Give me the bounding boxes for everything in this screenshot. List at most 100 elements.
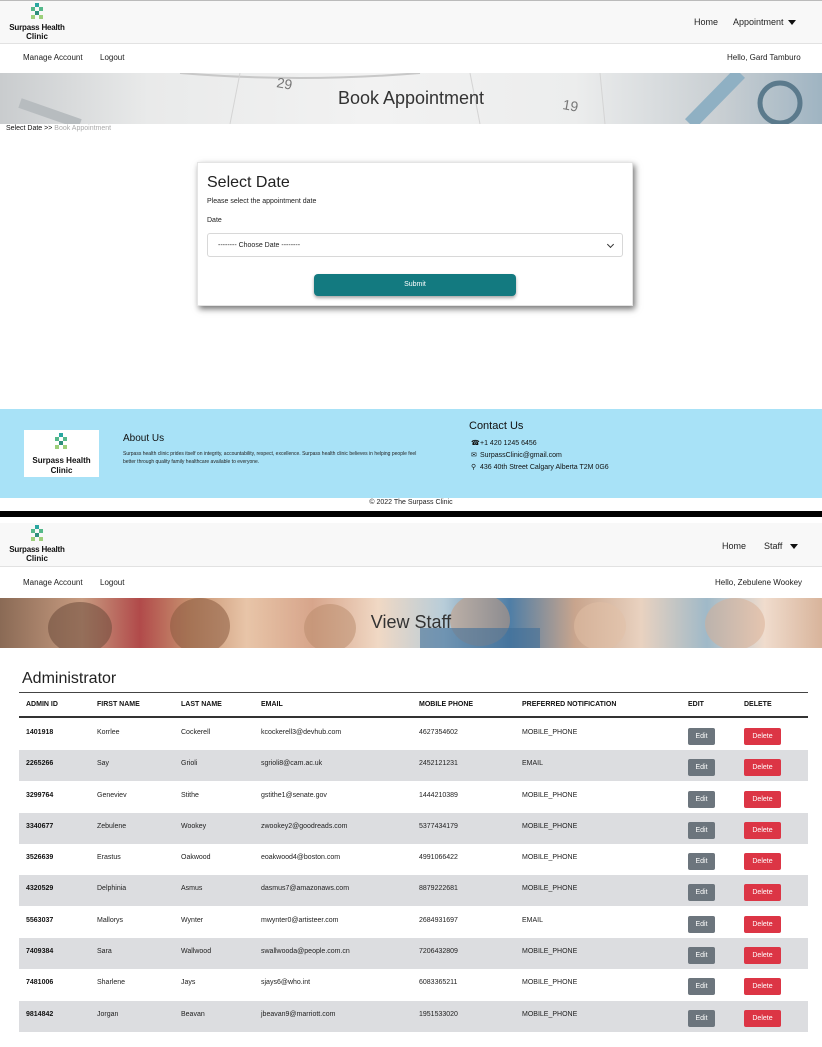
delete-button[interactable]: Delete bbox=[744, 947, 781, 964]
page-title: View Staff bbox=[370, 612, 452, 632]
logout-link[interactable]: Logout bbox=[100, 53, 124, 62]
logout-link[interactable]: Logout bbox=[100, 578, 124, 587]
nav-staff-dropdown[interactable]: Staff bbox=[764, 541, 799, 551]
edit-button[interactable]: Edit bbox=[688, 884, 715, 901]
page-title: Book Appointment bbox=[337, 88, 485, 108]
email-cell: gstithe1@senate.gov bbox=[261, 792, 327, 799]
screenshot-divider bbox=[0, 511, 822, 517]
footer-logo: Surpass Health Clinic bbox=[24, 430, 99, 477]
edit-button[interactable]: Edit bbox=[688, 759, 715, 776]
table-row: 4320529 Delphinia Asmus dasmus7@amazonaw… bbox=[19, 875, 808, 906]
date-select[interactable]: -------- Choose Date -------- bbox=[207, 233, 623, 257]
contact-phone-value: +1 420 1245 6456 bbox=[480, 440, 537, 447]
edit-button[interactable]: Edit bbox=[688, 728, 715, 745]
nav-home-link[interactable]: Home bbox=[722, 541, 746, 551]
phone-cell: 7206432809 bbox=[419, 948, 458, 955]
email-cell: mwynter0@artisteer.com bbox=[261, 917, 339, 924]
card-description: Please select the appointment date bbox=[207, 198, 317, 205]
table-row: 3526639 Erastus Oakwood eoakwood4@boston… bbox=[19, 844, 808, 875]
nav-appointment-dropdown[interactable]: Appointment bbox=[733, 17, 796, 27]
chevron-down-icon bbox=[606, 240, 615, 249]
map-marker-icon: ⚲ bbox=[471, 464, 477, 471]
contact-email: ✉ SurpassClinic@gmail.com bbox=[471, 451, 562, 459]
delete-button[interactable]: Delete bbox=[744, 916, 781, 933]
last-name-cell: Jays bbox=[181, 979, 196, 986]
first-name-cell: Erastus bbox=[97, 854, 121, 861]
delete-button[interactable]: Delete bbox=[744, 1010, 781, 1027]
delete-button[interactable]: Delete bbox=[744, 978, 781, 995]
delete-button[interactable]: Delete bbox=[744, 759, 781, 776]
contact-address: ⚲ 436 40th Street Calgary Alberta T2M 0G6 bbox=[471, 463, 609, 471]
breadcrumb-separator: >> bbox=[44, 125, 53, 132]
user-greeting: Hello, Zebulene Wookey bbox=[715, 578, 803, 587]
admin-id-cell: 3299764 bbox=[26, 792, 54, 799]
edit-button[interactable]: Edit bbox=[688, 947, 715, 964]
first-name-cell: Jorgan bbox=[97, 1011, 119, 1018]
table-row: 9814842 Jorgan Beavan jbeavan9@marriott.… bbox=[19, 1001, 808, 1032]
site-footer: Surpass Health Clinic About Us Surpass h… bbox=[0, 409, 822, 498]
first-name-cell: Zebulene bbox=[97, 823, 127, 830]
delete-button[interactable]: Delete bbox=[744, 791, 781, 808]
first-name-cell: Korrlee bbox=[97, 729, 120, 736]
notification-cell: MOBILE_PHONE bbox=[522, 823, 578, 830]
logo-text-line1: Surpass Health bbox=[9, 545, 65, 554]
delete-button[interactable]: Delete bbox=[744, 822, 781, 839]
edit-button[interactable]: Edit bbox=[688, 822, 715, 839]
edit-button[interactable]: Edit bbox=[688, 1010, 715, 1027]
date-label: Date bbox=[207, 217, 222, 224]
admin-id-cell: 1401918 bbox=[26, 729, 54, 736]
last-name-cell: Grioli bbox=[181, 760, 198, 767]
edit-button[interactable]: Edit bbox=[688, 916, 715, 933]
breadcrumb-current[interactable]: Select Date bbox=[6, 125, 42, 132]
staff-table-header: ADMIN ID FIRST NAME LAST NAME EMAIL MOBI… bbox=[19, 692, 808, 718]
first-name-cell: Geneviev bbox=[97, 792, 127, 799]
admin-id-cell: 7409384 bbox=[26, 948, 54, 955]
clinic-logo[interactable]: Surpass Health Clinic bbox=[6, 525, 68, 565]
edit-button[interactable]: Edit bbox=[688, 978, 715, 995]
column-header: MOBILE PHONE bbox=[419, 701, 474, 708]
first-name-cell: Delphinia bbox=[97, 885, 127, 892]
section-title: Administrator bbox=[22, 670, 117, 687]
account-bar: Manage Account Logout Hello, Gard Tambur… bbox=[0, 45, 822, 73]
column-header: EDIT bbox=[688, 701, 704, 708]
last-name-cell: Stithe bbox=[181, 792, 199, 799]
table-row: 7409384 Sara Wallwood swallwooda@people.… bbox=[19, 938, 808, 969]
column-header: ADMIN ID bbox=[26, 701, 58, 708]
footer-logo-line1: Surpass Health bbox=[32, 456, 91, 465]
column-header: DELETE bbox=[744, 701, 772, 708]
footer-logo-line2: Clinic bbox=[50, 466, 73, 475]
phone-cell: 2452121231 bbox=[419, 760, 458, 767]
phone-cell: 2684931697 bbox=[419, 917, 458, 924]
envelope-icon: ✉ bbox=[471, 452, 477, 459]
table-row: 1401918 Korrlee Cockerell kcockerell3@de… bbox=[19, 719, 808, 750]
manage-account-link[interactable]: Manage Account bbox=[23, 578, 83, 587]
delete-button[interactable]: Delete bbox=[744, 728, 781, 745]
submit-button[interactable]: Submit bbox=[314, 274, 516, 296]
last-name-cell: Wookey bbox=[181, 823, 207, 830]
column-header: LAST NAME bbox=[181, 701, 222, 708]
table-row: 3299764 Geneviev Stithe gstithe1@senate.… bbox=[19, 782, 808, 813]
notification-cell: EMAIL bbox=[522, 917, 544, 924]
email-cell: sjays6@who.int bbox=[261, 979, 311, 986]
email-cell: swallwooda@people.com.cn bbox=[261, 948, 350, 955]
nav-home-link[interactable]: Home bbox=[694, 17, 718, 27]
table-row: 3340677 Zebulene Wookey zwookey2@goodrea… bbox=[19, 813, 808, 844]
clinic-logo[interactable]: Surpass Health Clinic bbox=[6, 3, 68, 43]
email-cell: kcockerell3@devhub.com bbox=[261, 729, 342, 736]
column-header: EMAIL bbox=[261, 701, 283, 708]
last-name-cell: Oakwood bbox=[181, 854, 211, 861]
table-row: 5563037 Mallorys Wynter mwynter0@artiste… bbox=[19, 907, 808, 938]
delete-button[interactable]: Delete bbox=[744, 853, 781, 870]
admin-id-cell: 7481006 bbox=[26, 979, 54, 986]
edit-button[interactable]: Edit bbox=[688, 853, 715, 870]
delete-button[interactable]: Delete bbox=[744, 884, 781, 901]
first-name-cell: Say bbox=[97, 760, 110, 767]
notification-cell: MOBILE_PHONE bbox=[522, 729, 578, 736]
manage-account-link[interactable]: Manage Account bbox=[23, 53, 83, 62]
edit-button[interactable]: Edit bbox=[688, 791, 715, 808]
column-header: FIRST NAME bbox=[97, 701, 140, 708]
phone-icon: ☎ bbox=[471, 440, 480, 447]
admin-id-cell: 9814842 bbox=[26, 1011, 54, 1018]
logo-text-line2: Clinic bbox=[26, 554, 48, 563]
logo-text-line1: Surpass Health bbox=[9, 23, 65, 32]
